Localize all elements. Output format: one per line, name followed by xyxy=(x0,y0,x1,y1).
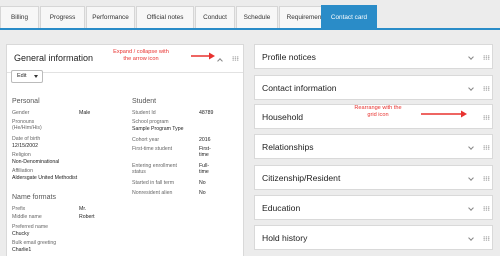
panel-title: Hold history xyxy=(262,233,308,243)
school-program-label: School program xyxy=(132,119,169,125)
cohort-year-value: 2016 xyxy=(199,137,211,143)
expand-arrow-icon[interactable] xyxy=(468,85,474,91)
grid-drag-icon[interactable] xyxy=(483,115,490,120)
gender-label: Gender xyxy=(12,110,30,116)
expand-arrow-icon[interactable] xyxy=(468,235,474,241)
affiliation-value: Aldersgate United Methodist xyxy=(12,175,78,181)
nonresident-alien-label: Nonresident alien xyxy=(132,190,173,196)
hold-history-panel[interactable]: Hold history xyxy=(254,225,493,250)
tab-official-notes[interactable]: Official notes xyxy=(136,6,194,28)
rearrange-annotation: Rearrange with the grid icon xyxy=(338,105,418,118)
personal-heading: Personal xyxy=(12,98,40,105)
annotation-arrow xyxy=(191,52,215,60)
expand-arrow-icon[interactable] xyxy=(468,175,474,181)
grid-drag-icon[interactable] xyxy=(483,145,490,150)
dob-value: 12/15/2002 xyxy=(12,143,38,149)
prefix-value: Mr. xyxy=(79,206,87,212)
enrollment-status-value: Full- time xyxy=(199,163,210,176)
bulk-email-label: Bulk email greeting xyxy=(12,240,57,246)
first-time-student-label: First-time student xyxy=(132,146,173,152)
nonresident-alien-value: No xyxy=(199,190,206,196)
expand-collapse-annotation: Expand / collapse with the arrow icon xyxy=(101,49,181,62)
middle-name-value: Robert xyxy=(79,214,95,220)
pronouns-label: Pronouns (He/Him/His) xyxy=(12,119,42,132)
annotation-line-1: Expand / collapse with xyxy=(113,49,169,55)
religion-label: Religion xyxy=(12,152,31,158)
bulk-email-value: Charlie1 xyxy=(12,247,32,253)
student-id-label: Student Id xyxy=(132,110,156,116)
school-program-value: Sample Program Type xyxy=(132,126,184,132)
panel-title: Profile notices xyxy=(262,52,316,62)
edit-label: Edit xyxy=(17,73,27,79)
panel-title: Education xyxy=(262,203,301,213)
contact-information-panel[interactable]: Contact information xyxy=(254,75,493,100)
prefix-label: Prefix xyxy=(12,206,26,212)
annotation-line-1: Rearrange with the xyxy=(354,105,402,111)
grid-drag-icon[interactable] xyxy=(483,176,490,181)
citizenship-resident-panel[interactable]: Citizenship/Resident xyxy=(254,165,493,190)
general-information-title: General information xyxy=(14,53,94,63)
panel-title: Citizenship/Resident xyxy=(262,173,341,183)
panel-title: Contact information xyxy=(262,83,337,93)
tab-billing[interactable]: Billing xyxy=(0,6,39,28)
grid-drag-icon[interactable] xyxy=(483,86,490,91)
annotation-line-2: grid icon xyxy=(367,111,389,118)
tab-bar: Billing Progress Performance Official no… xyxy=(0,0,500,30)
cohort-year-label: Cohort year xyxy=(132,137,160,143)
dropdown-caret-icon xyxy=(34,75,38,78)
expand-arrow-icon[interactable] xyxy=(468,54,474,60)
expand-arrow-icon[interactable] xyxy=(468,205,474,211)
grid-drag-icon[interactable] xyxy=(483,236,490,241)
profile-notices-panel[interactable]: Profile notices xyxy=(254,44,493,69)
middle-name-label: Middle name xyxy=(12,214,42,220)
gender-value: Male xyxy=(79,110,91,116)
grid-drag-icon[interactable] xyxy=(483,206,490,211)
annotation-line-2: the arrow icon xyxy=(123,55,159,62)
name-formats-heading: Name formats xyxy=(12,194,56,201)
education-panel[interactable]: Education xyxy=(254,195,493,220)
student-heading: Student xyxy=(132,98,157,105)
panel-title: Household xyxy=(262,112,304,122)
annotation-arrow xyxy=(421,110,467,118)
grid-drag-icon[interactable] xyxy=(483,55,490,60)
dob-label: Date of birth xyxy=(12,136,41,142)
affiliation-label: Affiliation xyxy=(12,168,33,174)
expand-arrow-icon[interactable] xyxy=(468,144,474,150)
grid-drag-icon[interactable] xyxy=(232,56,239,61)
tab-contact-card[interactable]: Contact card xyxy=(321,5,377,29)
edit-dropdown-button[interactable]: Edit xyxy=(11,70,43,83)
tab-conduct[interactable]: Conduct xyxy=(195,6,235,28)
tab-progress[interactable]: Progress xyxy=(40,6,85,28)
collapse-arrow-icon[interactable] xyxy=(217,58,223,64)
tab-schedule[interactable]: Schedule xyxy=(236,6,278,28)
religion-value: Non-Denominational xyxy=(12,159,60,165)
student-id-value: 48789 xyxy=(199,110,214,116)
enrollment-status-label: Entering enrollment status xyxy=(132,163,177,176)
panel-title: Relationships xyxy=(262,142,314,152)
started-fall-label: Started in fall term xyxy=(132,180,175,186)
started-fall-value: No xyxy=(199,180,206,186)
preferred-name-label: Preferred name xyxy=(12,224,49,230)
preferred-name-value: Chucky xyxy=(12,231,30,237)
first-time-student-value: First- time xyxy=(199,146,211,159)
relationships-panel[interactable]: Relationships xyxy=(254,134,493,159)
tab-performance[interactable]: Performance xyxy=(86,6,135,28)
